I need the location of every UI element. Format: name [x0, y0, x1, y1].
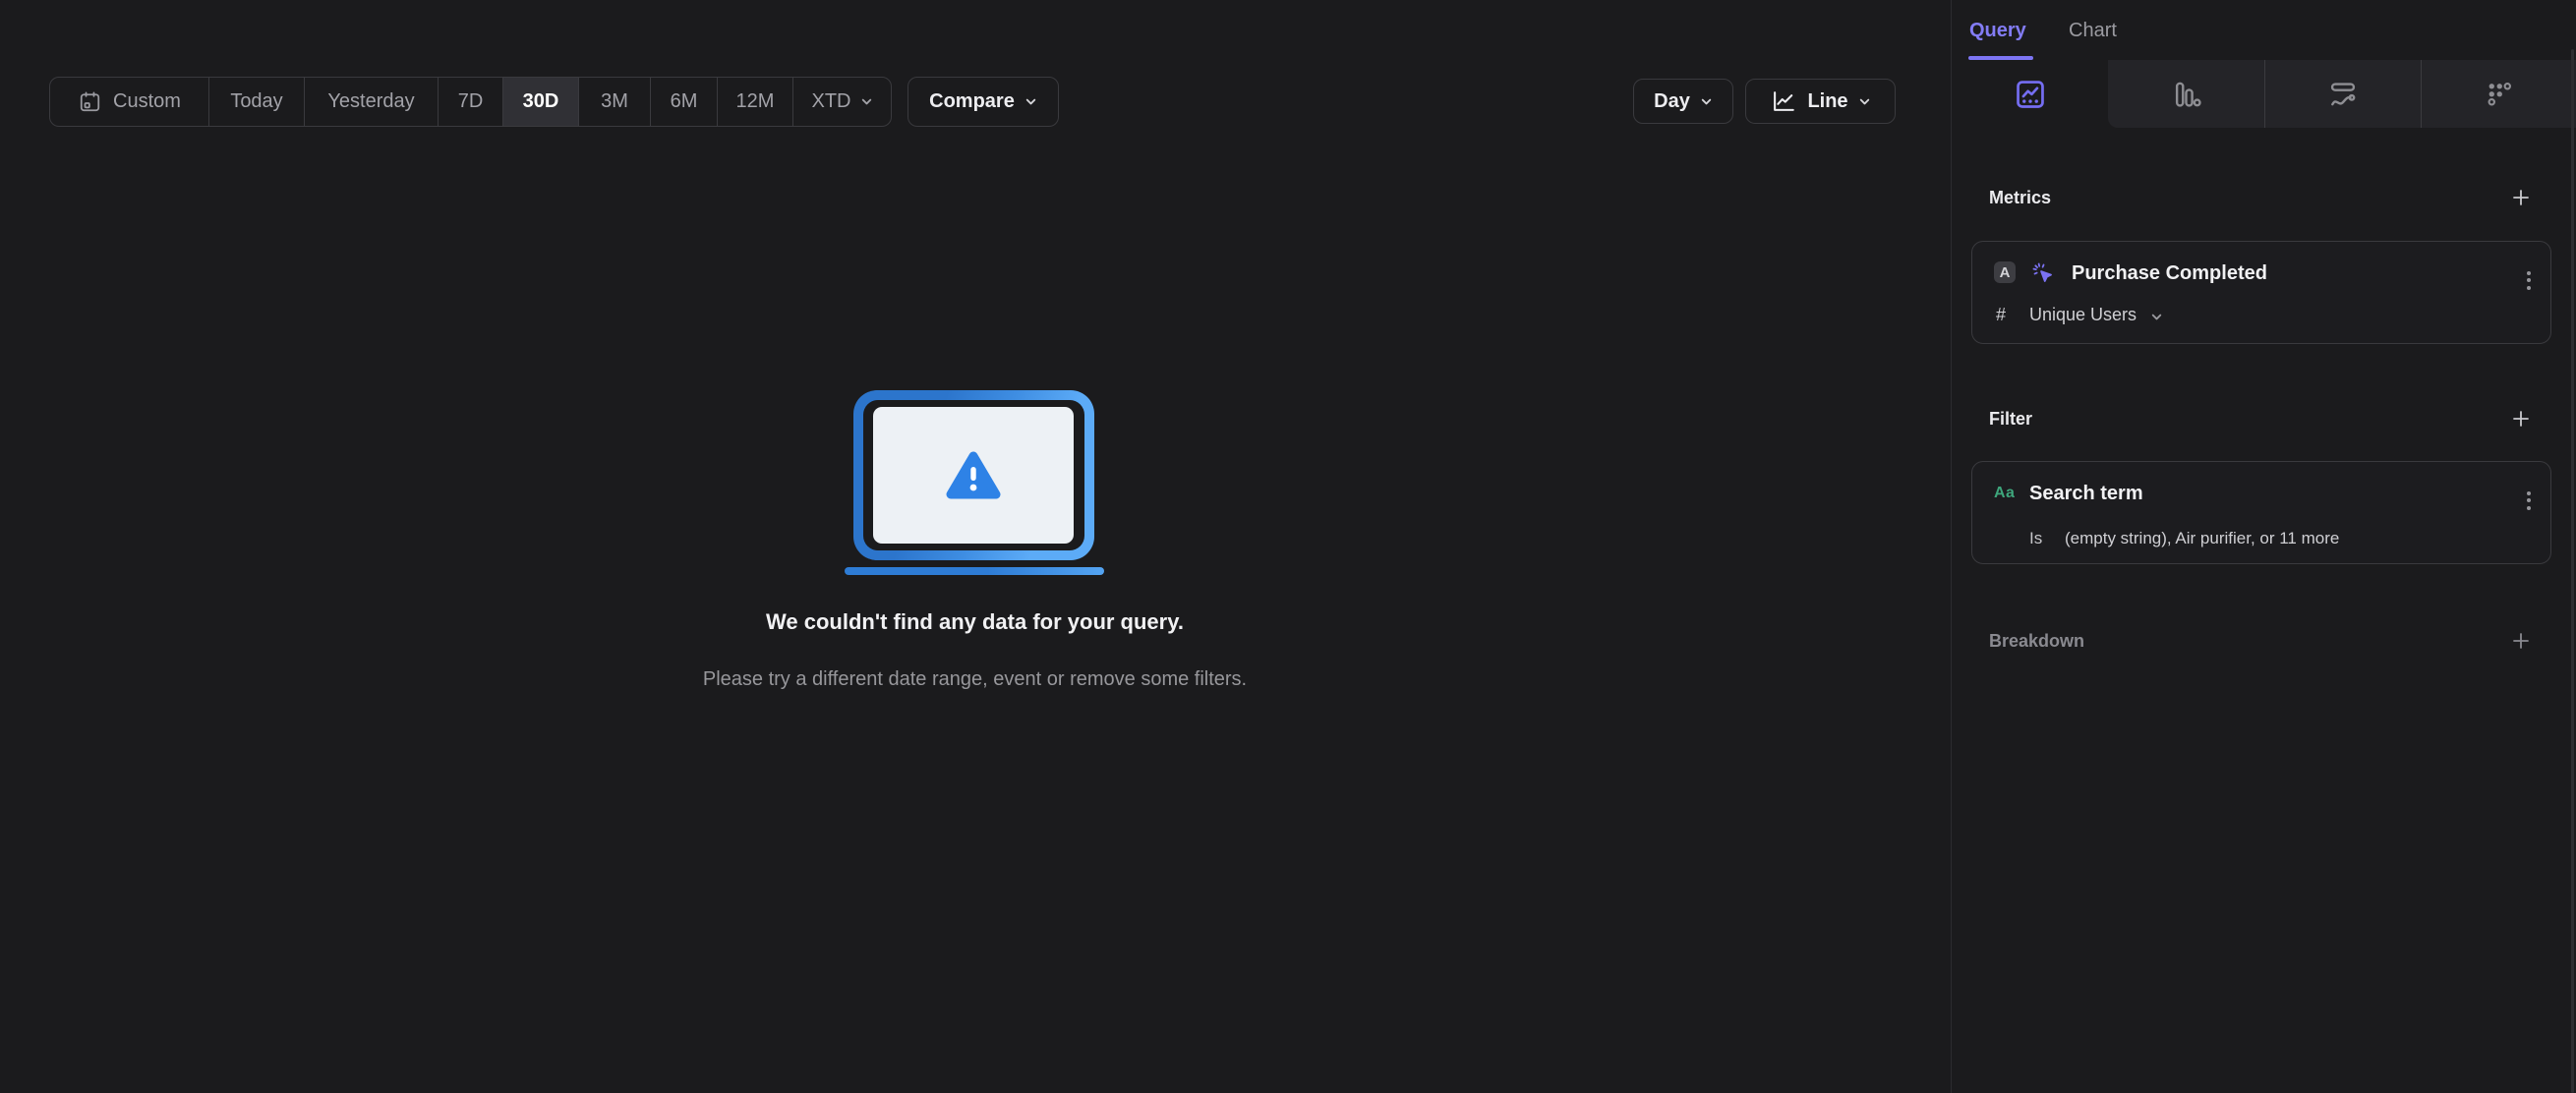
tab-query[interactable]: Query [1969, 20, 2026, 42]
chevron-down-icon [1859, 98, 1869, 104]
date-range-label: XTD [811, 90, 851, 112]
chart-type-label: Line [1807, 89, 1848, 112]
granularity-dropdown[interactable]: Day [1633, 79, 1733, 124]
filter-section-header: Filter [1989, 404, 2533, 433]
monitor-screen [873, 407, 1074, 544]
filter-operator: Is [2029, 529, 2043, 547]
date-range-label: 30D [522, 90, 559, 112]
report-tab-retention[interactable] [2421, 60, 2576, 128]
report-tab-insights[interactable] [1952, 60, 2108, 128]
date-range-label: Custom [113, 90, 181, 112]
funnels-icon [2175, 82, 2201, 107]
tab-chart[interactable]: Chart [2069, 20, 2117, 42]
breakdown-section-header: Breakdown [1989, 626, 2533, 656]
chart-type-dropdown[interactable]: Line [1745, 79, 1896, 124]
date-range-3m[interactable]: 3M [578, 78, 650, 126]
metrics-section-header: Metrics [1989, 183, 2533, 212]
event-click-icon [2032, 262, 2052, 282]
date-range-6m[interactable]: 6M [650, 78, 717, 126]
chevron-down-icon [861, 98, 871, 105]
date-range-label: Today [230, 90, 283, 112]
metric-card[interactable]: A Purchase Completed # Unique Users [1971, 241, 2551, 344]
calendar-icon [80, 91, 100, 112]
main-panel: Custom Today Yesterday 7D 30D 3M 6M 12M … [0, 0, 1950, 1093]
no-data-illustration [853, 390, 1094, 560]
add-filter-button[interactable] [2509, 407, 2533, 431]
compare-label: Compare [929, 90, 1015, 112]
scrollbar[interactable] [2571, 49, 2574, 1093]
string-property-icon: Aa [1994, 485, 2016, 501]
date-range-30d[interactable]: 30D [502, 78, 578, 126]
report-tab-flows[interactable] [2264, 60, 2421, 128]
aggregation-selector[interactable]: # Unique Users [1972, 305, 2550, 332]
date-range-7d[interactable]: 7D [438, 78, 502, 126]
date-range-label: 12M [735, 90, 775, 112]
metric-event-name[interactable]: Purchase Completed [2072, 262, 2267, 285]
compare-button[interactable]: Compare [907, 77, 1059, 127]
breakdown-heading: Breakdown [1989, 630, 2085, 651]
chevron-down-icon [1701, 98, 1712, 104]
date-range-today[interactable]: Today [208, 78, 304, 126]
empty-state-title: We couldn't find any data for your query… [766, 609, 1184, 634]
query-sidebar: Query Chart Metrics A Purchase Completed… [1951, 0, 2576, 1093]
report-tab-funnels[interactable] [2108, 60, 2264, 128]
add-metric-button[interactable] [2509, 186, 2533, 209]
date-range-label: Yesterday [327, 90, 415, 112]
add-breakdown-button[interactable] [2509, 629, 2533, 653]
aggregation-symbol: # [1996, 305, 2007, 324]
date-range-label: 3M [601, 90, 628, 112]
filter-property-name[interactable]: Search term [2029, 483, 2143, 505]
empty-state-subtitle: Please try a different date range, event… [702, 668, 1248, 690]
flows-icon [2330, 82, 2356, 105]
date-range-label: 6M [670, 90, 698, 112]
date-range-xtd[interactable]: XTD [792, 78, 891, 126]
plus-icon [2513, 190, 2529, 205]
date-range-yesterday[interactable]: Yesterday [304, 78, 438, 126]
metric-options-button[interactable] [2517, 261, 2541, 299]
monitor-base [845, 567, 1104, 575]
aggregation-label: Unique Users [2029, 305, 2137, 324]
plus-icon [2513, 411, 2529, 427]
retention-icon [2488, 82, 2512, 105]
filter-heading: Filter [1989, 408, 2033, 429]
date-range-custom[interactable]: Custom [50, 78, 208, 126]
filter-condition[interactable]: Is (empty string), Air purifier, or 11 m… [1972, 529, 2550, 552]
insights-icon [2016, 80, 2044, 108]
plus-icon [2513, 633, 2529, 649]
date-range-control: Custom Today Yesterday 7D 30D 3M 6M 12M … [49, 77, 892, 127]
warning-triangle-icon [946, 451, 1001, 498]
granularity-label: Day [1654, 89, 1690, 112]
date-range-12m[interactable]: 12M [717, 78, 792, 126]
line-chart-icon [1774, 91, 1795, 111]
metrics-heading: Metrics [1989, 187, 2052, 207]
filter-card[interactable]: Aa Search term Is (empty string), Air pu… [1971, 461, 2551, 564]
chevron-down-icon [2151, 314, 2162, 320]
report-type-tabs [1952, 60, 2576, 128]
metric-letter-badge: A [1994, 261, 2016, 283]
monitor-bezel [863, 400, 1084, 550]
filter-options-button[interactable] [2517, 482, 2541, 519]
date-range-label: 7D [457, 90, 484, 112]
chevron-down-icon [1025, 98, 1036, 105]
filter-value: (empty string), Air purifier, or 11 more [2065, 529, 2340, 547]
